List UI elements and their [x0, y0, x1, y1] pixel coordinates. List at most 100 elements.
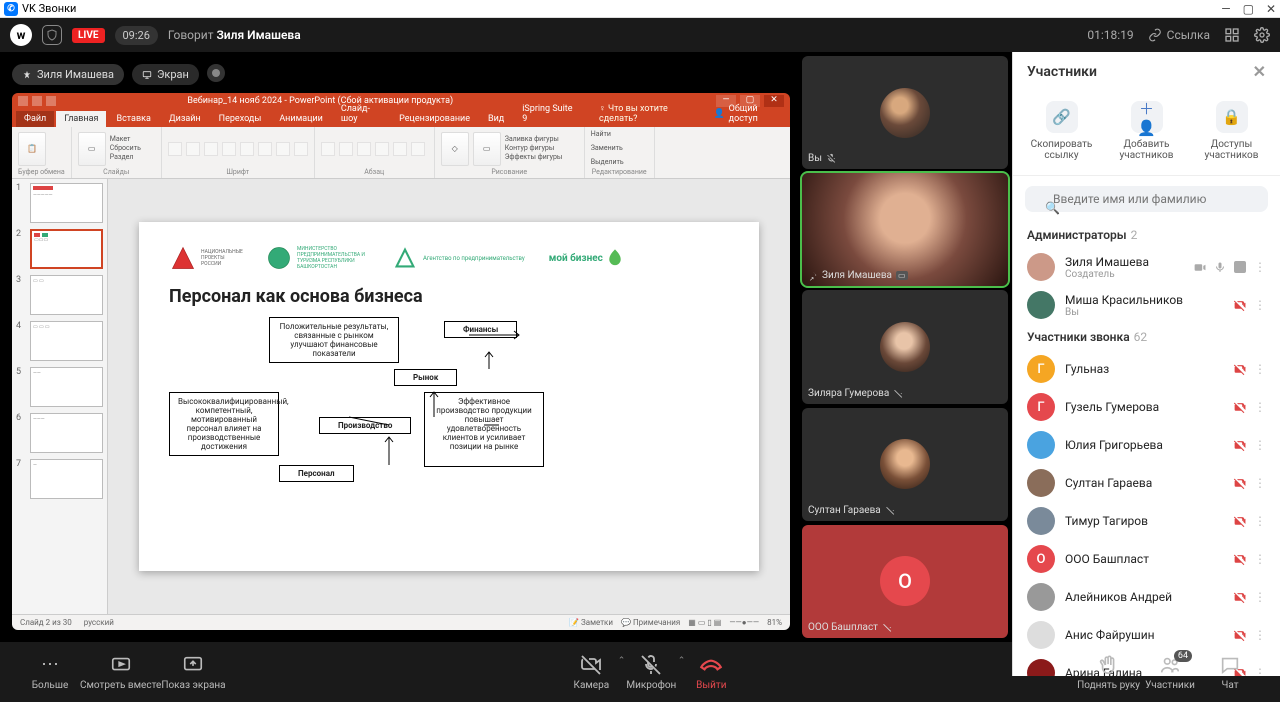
participants-button[interactable]: 64Участники [1140, 654, 1200, 691]
lock-icon: 🔒 [1216, 101, 1248, 133]
participant-row[interactable]: ГГульназ⋮ [1013, 350, 1280, 388]
more-icon[interactable]: ⋮ [1254, 260, 1266, 274]
video-tiles: Вы Зиля Имашева ▭ Зиляра Гумерова Султан… [802, 52, 1012, 642]
grid-icon[interactable] [1224, 27, 1240, 43]
copy-link-button[interactable]: Ссылка [1148, 28, 1210, 42]
mic-off-icon [826, 153, 837, 164]
participant-name: Гульназ [1065, 362, 1223, 376]
add-participants-action[interactable]: ＋👤Добавить участников [1108, 101, 1186, 161]
slide-logos: НАЦИОНАЛЬНЫЕ ПРОЕКТЫ РОССИИ МИНИСТЕРСТВО… [169, 238, 729, 278]
chat-button[interactable]: Чат [1200, 654, 1260, 691]
pp-tab-help[interactable]: ♀ Что вы хотите сделать? [591, 100, 703, 127]
avatar [880, 322, 930, 372]
tile-name: Зиля Имашева [822, 270, 892, 281]
pp-tab-design[interactable]: Дизайн [161, 111, 209, 127]
pp-tab-transitions[interactable]: Переходы [211, 111, 270, 127]
pp-tab-ispring[interactable]: iSpring Suite 9 [514, 101, 581, 127]
participant-row[interactable]: Тимур Тагиров ⋮ [1013, 502, 1280, 540]
participant-name: Гузель Гумерова [1065, 400, 1223, 414]
participant-name: Султан Гараева [1065, 476, 1223, 490]
avatar [880, 439, 930, 489]
participant-row[interactable]: Анис Файрушин ⋮ [1013, 616, 1280, 654]
copy-link-action[interactable]: 🔗Скопировать ссылку [1023, 101, 1101, 161]
minimize-button[interactable]: — [1221, 2, 1230, 16]
maximize-button[interactable]: ▢ [1243, 2, 1254, 16]
more-icon[interactable]: ⋮ [1254, 400, 1266, 414]
participant-row[interactable]: Юлия Григорьева ⋮ [1013, 426, 1280, 464]
watch-together-button[interactable]: Смотреть вместе [80, 654, 161, 691]
pp-tab-insert[interactable]: Вставка [108, 111, 158, 127]
pp-paste-button[interactable]: 📋 [18, 132, 46, 166]
more-icon[interactable]: ⋮ [1254, 298, 1266, 312]
participant-row[interactable]: Султан Гараева ⋮ [1013, 464, 1280, 502]
screen-icon [142, 70, 152, 80]
pin-icon [808, 271, 818, 281]
settings-icon[interactable] [1254, 27, 1270, 43]
camera-off-icon [1233, 363, 1246, 376]
video-tile[interactable]: Зиляра Гумерова [802, 290, 1008, 403]
more-icon[interactable]: ⋮ [1254, 552, 1266, 566]
participant-row[interactable]: ГГузель Гумерова⋮ [1013, 388, 1280, 426]
pp-thumbnails[interactable]: 1————— 2▭▭▭ 3▭ ▭ 4▭ ▭ ▭ 5—— 6——— 7— [12, 179, 108, 614]
screen-chip[interactable]: Экран [132, 64, 199, 85]
pp-slide-canvas[interactable]: НАЦИОНАЛЬНЫЕ ПРОЕКТЫ РОССИИ МИНИСТЕРСТВО… [108, 179, 790, 614]
pp-tab-file[interactable]: Файл [16, 111, 54, 127]
participants-section-title: Участники звонка62 [1013, 324, 1280, 350]
more-icon[interactable]: ⋮ [1254, 590, 1266, 604]
pp-tab-animations[interactable]: Анимации [271, 111, 331, 127]
vk-logo-icon[interactable]: w [10, 24, 32, 46]
speaking-name: Зиля Имашева [216, 28, 300, 42]
microphone-button[interactable]: ⌃Микрофон [621, 654, 681, 691]
pinned-presenter-chip[interactable]: Зиля Имашева [12, 64, 124, 85]
participant-name: Анис Файрушин [1065, 628, 1223, 642]
mic-off-icon [885, 505, 896, 516]
pp-lang: русский [84, 618, 114, 627]
pp-tab-home[interactable]: Главная [56, 111, 106, 127]
admin-row[interactable]: Миша КрасильниковВы⋮ [1013, 286, 1280, 324]
participants-count-badge: 64 [1174, 650, 1192, 662]
pp-tab-slideshow[interactable]: Слайд-шоу [333, 101, 389, 127]
avatar [1027, 469, 1055, 497]
clock-chip: 09:26 [115, 26, 158, 45]
pin-icon [22, 70, 32, 80]
shared-screen: Вебинар_14 нояб 2024 - PowerPoint (Сбой … [12, 93, 790, 630]
search-input[interactable] [1025, 186, 1268, 212]
raise-hand-button[interactable]: Поднять руку [1077, 654, 1140, 691]
more-icon[interactable]: ⋮ [1254, 362, 1266, 376]
participant-name: Тимур Тагиров [1065, 514, 1223, 528]
pp-share-button[interactable]: 👤 Общий доступ [705, 101, 790, 127]
tile-name: Султан Гараева [808, 505, 881, 516]
participant-row[interactable]: Алейников Андрей ⋮ [1013, 578, 1280, 616]
shield-icon[interactable] [42, 25, 62, 45]
os-titlebar: ✆ VK Звонки — ▢ ✕ [0, 0, 1280, 18]
video-tile-self[interactable]: Вы [802, 56, 1008, 169]
avatar: О [880, 556, 930, 606]
avatar [1027, 621, 1055, 649]
video-tile[interactable]: Султан Гараева [802, 408, 1008, 521]
more-icon[interactable]: ⋮ [1254, 514, 1266, 528]
pp-zoom[interactable]: 81% [767, 618, 782, 627]
participant-name: Юлия Григорьева [1065, 438, 1223, 452]
participants-list[interactable]: ГГульназ⋮ГГузель Гумерова⋮Юлия Григорьев… [1013, 350, 1280, 676]
leave-button[interactable]: Выйти [681, 654, 741, 691]
more-button[interactable]: ⋯Больше [20, 654, 80, 691]
participant-name: Алейников Андрей [1065, 590, 1223, 604]
pp-tab-view[interactable]: Вид [480, 111, 512, 127]
pp-tab-review[interactable]: Рецензирование [391, 111, 478, 127]
participant-row[interactable]: ОООО Башпласт⋮ [1013, 540, 1280, 578]
more-icon[interactable]: ⋮ [1254, 628, 1266, 642]
record-indicator[interactable] [207, 64, 225, 82]
more-icon[interactable]: ⋮ [1254, 438, 1266, 452]
avatar [1027, 291, 1055, 319]
close-button[interactable]: ✕ [1266, 2, 1276, 16]
access-action[interactable]: 🔒Доступы участников [1193, 101, 1271, 161]
more-icon[interactable]: ⋮ [1254, 476, 1266, 490]
share-screen-button[interactable]: Показ экрана [161, 654, 225, 691]
pp-newslide-button[interactable]: ▭ [78, 132, 106, 166]
camera-button[interactable]: ⌃Камера [561, 654, 621, 691]
admin-row[interactable]: Зиля ИмашеваСоздатель⋮ [1013, 248, 1280, 286]
close-sidebar-button[interactable]: ✕ [1253, 62, 1266, 81]
video-tile[interactable]: О ООО Башпласт [802, 525, 1008, 638]
video-tile-speaker[interactable]: Зиля Имашева ▭ [802, 173, 1008, 286]
main-stage: Зиля Имашева Экран Вебинар_14 нояб 2024 … [0, 52, 802, 642]
